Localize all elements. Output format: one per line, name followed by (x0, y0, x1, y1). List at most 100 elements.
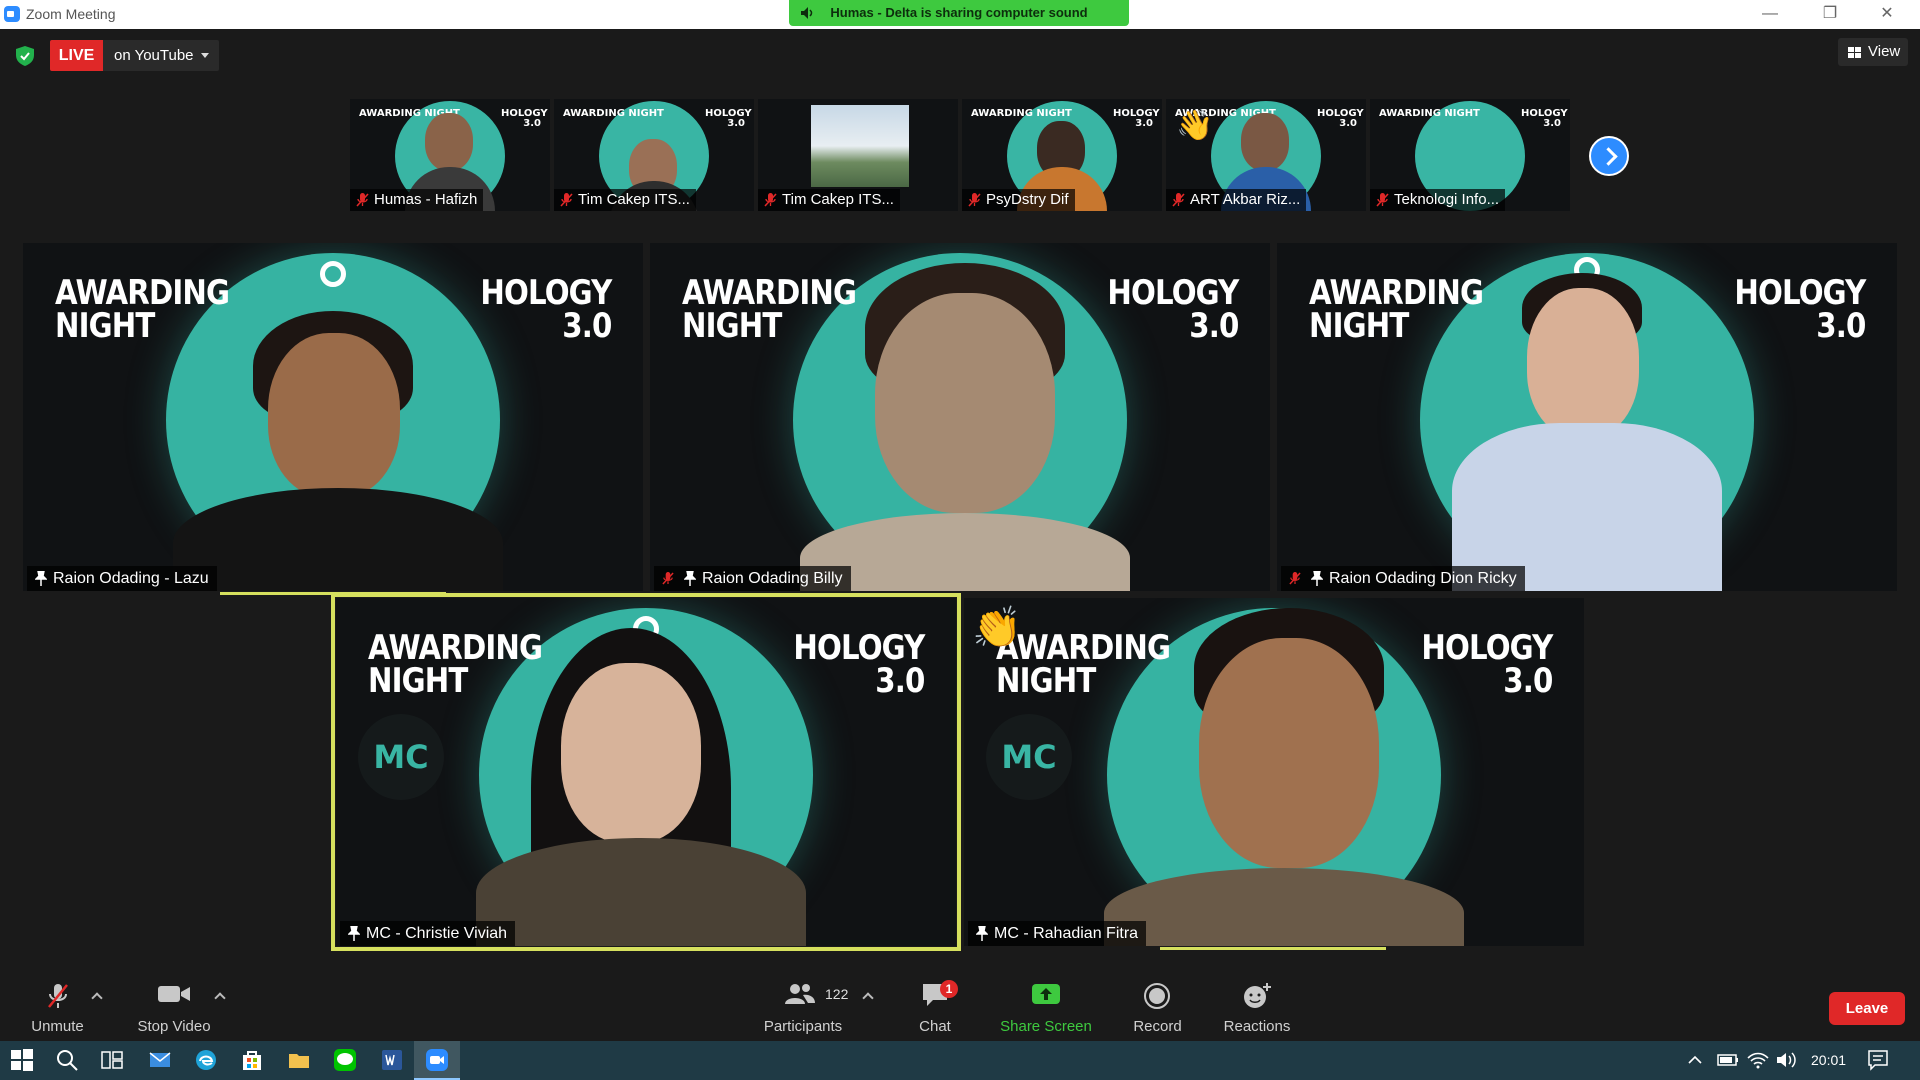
video-tile[interactable]: AWARDING NIGHT HOLOGY 3.0 MC 👏 MC - Rahadi… (964, 598, 1584, 946)
shield-icon[interactable] (16, 46, 34, 66)
record-icon (1144, 983, 1170, 1009)
hology-title: HOLOGY 3.0 (1733, 273, 1866, 346)
participant-name-label: MC - Rahadian Fitra (968, 921, 1147, 946)
smiley-plus-icon (1244, 983, 1271, 1008)
participants-button[interactable]: 122 Participants (755, 972, 851, 1041)
minimize-button[interactable]: — (1750, 3, 1790, 25)
pin-icon (348, 926, 360, 941)
thumbnail-tile[interactable]: AWARDING NIGHT HOLOGY 3.0 Teknologi Info… (1370, 99, 1570, 211)
participant-body (1104, 868, 1464, 946)
speaker-icon (801, 7, 813, 19)
chat-unread-badge: 1 (940, 980, 958, 998)
thumb-title-left: AWARDING NIGHT (971, 108, 1072, 119)
thumbnail-tile[interactable]: AWARDING NIGHT HOLOGY 3.0 Tim Cakep ITS.… (554, 99, 754, 211)
grid-icon (1848, 47, 1861, 58)
live-badge[interactable]: LIVE (50, 40, 103, 71)
chat-label: Chat (919, 1018, 951, 1035)
view-label: View (1868, 43, 1901, 60)
search-icon[interactable] (55, 1048, 79, 1072)
wifi-icon[interactable] (1746, 1048, 1770, 1072)
muted-mic-icon (968, 193, 981, 207)
line-app-icon[interactable] (333, 1048, 357, 1072)
edge-browser-icon[interactable] (194, 1048, 218, 1072)
unmute-label: Unmute (31, 1018, 84, 1035)
muted-mic-icon (1376, 193, 1389, 207)
participant-face (268, 333, 400, 498)
volume-icon[interactable] (1774, 1048, 1798, 1072)
muted-mic-icon (764, 193, 777, 207)
file-explorer-icon[interactable] (287, 1048, 311, 1072)
share-screen-icon (1032, 984, 1060, 1004)
battery-icon[interactable] (1716, 1048, 1740, 1072)
thumb-title-right: HOLOGY 3.0 (1113, 108, 1160, 129)
thumbnail-name: Tim Cakep ITS... (782, 191, 894, 208)
participant-count: 122 (825, 986, 849, 1002)
thumbnail-name-label: Tim Cakep ITS... (554, 189, 696, 211)
pin-logo-icon (320, 261, 346, 287)
participant-face (561, 663, 701, 843)
reactions-label: Reactions (1223, 1018, 1291, 1035)
clock-time[interactable]: 20:01 (1811, 1052, 1846, 1068)
thumbnail-tile[interactable]: AWARDING NIGHT HOLOGY 3.0 PsyDstry Dif (962, 99, 1162, 211)
hology-title: HOLOGY 3.0 (792, 628, 925, 701)
thumbnail-tile[interactable]: Tim Cakep ITS... (758, 99, 958, 211)
record-button[interactable]: Record (1120, 972, 1195, 1041)
share-screen-button[interactable]: Share Screen (996, 972, 1096, 1041)
restore-button[interactable]: ❐ (1810, 3, 1850, 25)
awarding-night-title: AWARDING NIGHT (996, 628, 1171, 701)
muted-mic-icon (48, 984, 68, 1008)
hology-title: HOLOGY 3.0 (1420, 628, 1553, 701)
view-button[interactable]: View (1838, 38, 1908, 66)
participant-name: Raion Odading Billy (702, 570, 843, 587)
notifications-icon[interactable] (1866, 1048, 1890, 1072)
thumbnail-tile[interactable]: AWARDING NIGHT HOLOGY 3.0 Humas - Hafizh (350, 99, 550, 211)
chevron-down-icon (201, 53, 209, 58)
muted-mic-icon (1172, 193, 1185, 207)
zoom-taskbar-button[interactable] (414, 1041, 460, 1080)
thumb-title-right: HOLOGY 3.0 (501, 108, 548, 129)
thumbnail-name-label: Humas - Hafizh (350, 189, 484, 211)
thumb-title-right: HOLOGY 3.0 (1521, 108, 1568, 129)
meeting-toolbar: Unmute Stop Video 122 Participants 1 Cha… (0, 972, 1920, 1041)
thumbnail-tile[interactable]: AWARDING NIGHT HOLOGY 3.0 👋 ART Akbar Ri… (1166, 99, 1366, 211)
hology-title: HOLOGY 3.0 (479, 273, 612, 346)
reactions-button[interactable]: Reactions (1212, 972, 1302, 1041)
close-button[interactable]: ✕ (1867, 3, 1907, 25)
unmute-button[interactable]: Unmute (20, 972, 95, 1041)
video-tile[interactable]: AWARDING NIGHT HOLOGY 3.0 MC MC - Christie… (336, 598, 956, 946)
leave-button[interactable]: Leave (1829, 992, 1905, 1025)
pin-icon (35, 571, 47, 586)
video-tile[interactable]: AWARDING NIGHT HOLOGY 3.0 Raion Odading - … (23, 243, 643, 591)
chevron-up-icon[interactable] (1686, 1048, 1704, 1072)
mail-icon[interactable] (148, 1048, 172, 1072)
store-icon[interactable] (240, 1048, 264, 1072)
participants-options-caret[interactable] (862, 992, 874, 1004)
thumbnail-name-label: Tim Cakep ITS... (758, 189, 900, 211)
participants-icon (785, 984, 815, 1004)
video-tile[interactable]: AWARDING NIGHT HOLOGY 3.0 Raion Odading Di… (1277, 243, 1897, 591)
video-tile[interactable]: AWARDING NIGHT HOLOGY 3.0 Raion Odading Bi… (650, 243, 1270, 591)
zoom-icon (426, 1049, 448, 1071)
chat-button[interactable]: 1 Chat (900, 972, 970, 1041)
share-screen-label: Share Screen (1000, 1018, 1092, 1035)
thumbnail-name-label: ART Akbar Riz... (1166, 189, 1307, 211)
word-icon[interactable] (380, 1048, 404, 1072)
participant-face (875, 293, 1055, 513)
video-camera-icon (158, 986, 190, 1002)
pin-icon (684, 571, 696, 586)
mc-badge: MC (986, 714, 1072, 800)
thumb-title-right: HOLOGY 3.0 (1317, 108, 1364, 129)
task-view-icon[interactable] (100, 1048, 124, 1072)
participant-body (173, 488, 503, 591)
live-destination-dropdown[interactable]: on YouTube (103, 40, 219, 71)
participant-name: Raion Odading - Lazu (53, 570, 209, 587)
sound-share-banner[interactable]: Humas - Delta is sharing computer sound (789, 0, 1129, 26)
stop-video-button[interactable]: Stop Video (128, 972, 220, 1041)
hology-title: HOLOGY 3.0 (1106, 273, 1239, 346)
next-page-button[interactable] (1589, 136, 1629, 176)
windows-start-icon[interactable] (10, 1048, 34, 1072)
muted-mic-icon (560, 193, 573, 207)
thumbnail-name: PsyDstry Dif (986, 191, 1069, 208)
clap-hands-icon: 👏 (972, 606, 1022, 650)
zoom-window: Zoom Meeting — ❐ ✕ Humas - Delta is shar… (0, 0, 1920, 1080)
